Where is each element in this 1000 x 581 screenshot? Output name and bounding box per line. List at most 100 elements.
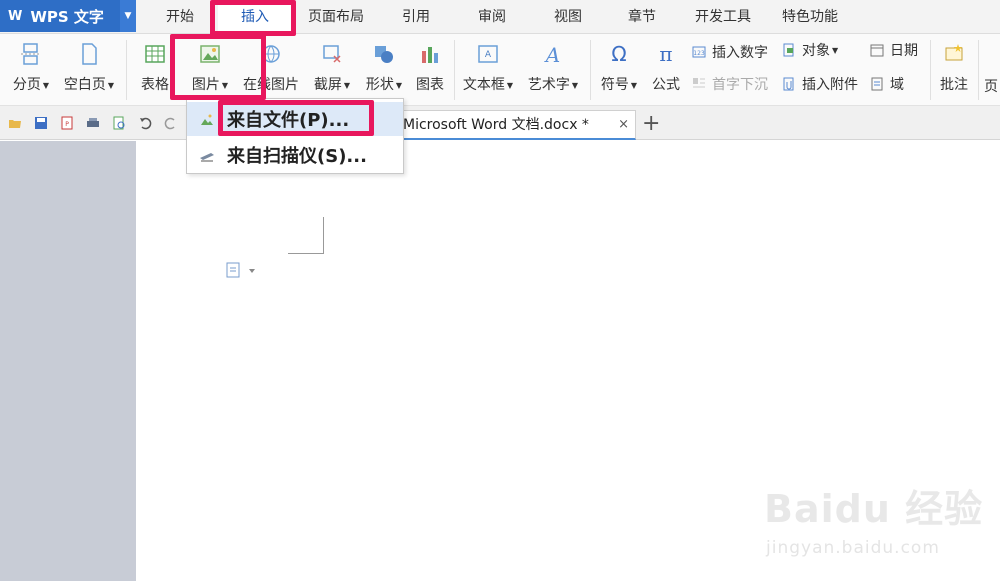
drop-cap-button[interactable]: 首字下沉 — [692, 74, 768, 94]
svg-text:π: π — [659, 42, 672, 66]
svg-text:A: A — [485, 50, 492, 60]
redo-icon[interactable] — [164, 116, 178, 130]
table-button[interactable]: 表格 — [134, 42, 176, 94]
symbol-button[interactable]: Ω 符号 ▼ — [596, 42, 642, 94]
tab-features[interactable]: 特色功能 — [772, 0, 848, 34]
wordart-button[interactable]: A 艺术字 ▼ — [524, 42, 582, 94]
table-label: 表格 — [141, 77, 169, 93]
textbox-button[interactable]: A 文本框 ▼ — [460, 42, 516, 94]
shape-icon — [375, 46, 393, 63]
screenshot-button[interactable]: 截屏 ▼ — [308, 42, 356, 94]
attachment-icon — [783, 77, 794, 91]
watermark-url: jingyan.baidu.com — [766, 538, 940, 558]
comment-icon — [945, 44, 963, 61]
app-menu-button[interactable]: W WPS 文字 — [0, 0, 120, 32]
close-icon[interactable]: × — [618, 111, 629, 139]
shape-label: 形状 — [365, 77, 394, 93]
object-button[interactable]: 对象 ▼ — [782, 40, 838, 60]
margin-marker — [323, 217, 324, 254]
drop-cap-icon — [693, 78, 705, 88]
insert-attachment-button[interactable]: 插入附件 — [782, 74, 858, 94]
document-tab[interactable]: Microsoft Word 文档.docx * × — [380, 110, 636, 140]
page-partial-button[interactable]: 页 — [984, 76, 1000, 96]
scanner-icon — [200, 153, 214, 162]
open-folder-icon[interactable] — [8, 116, 22, 130]
image-file-icon — [201, 114, 213, 125]
tab-view[interactable]: 视图 — [540, 0, 596, 34]
save-icon[interactable] — [34, 116, 48, 130]
tab-chapter[interactable]: 章节 — [614, 0, 670, 34]
attachment-label: 插入附件 — [802, 77, 858, 93]
undo-icon[interactable] — [138, 116, 152, 130]
insert-ribbon: 分页 ▼ 空白页 ▼ 表格 图片 ▼ 在线图片 截屏 ▼ 形状 ▼ 图表 A 文本框 ▼ — [0, 34, 1000, 106]
from-scanner-menu-item[interactable]: 来自扫描仪(S)... — [187, 138, 403, 172]
field-icon — [871, 77, 883, 91]
online-picture-icon — [262, 45, 280, 63]
online-picture-label: 在线图片 — [243, 77, 299, 93]
export-pdf-icon[interactable]: P — [60, 116, 74, 130]
tab-page-layout[interactable]: 页面布局 — [300, 0, 372, 34]
object-icon — [783, 43, 794, 57]
tab-review[interactable]: 审阅 — [464, 0, 520, 34]
page-break-button[interactable]: 分页 ▼ — [8, 42, 54, 94]
wordart-label: 艺术字 — [527, 77, 570, 93]
comment-button[interactable]: 批注 — [936, 42, 972, 94]
date-label: 日期 — [890, 43, 918, 59]
picture-label: 图片 — [191, 77, 220, 93]
tab-developer[interactable]: 开发工具 — [686, 0, 760, 34]
document-tab-title: Microsoft Word 文档.docx * — [403, 117, 589, 133]
table-icon — [145, 45, 165, 63]
print-icon[interactable] — [86, 116, 100, 130]
ribbon-divider — [930, 40, 931, 100]
wordart-icon: A — [544, 43, 560, 66]
chart-label: 图表 — [416, 77, 444, 93]
app-title: WPS 文字 — [30, 7, 104, 26]
paste-options-icon[interactable] — [226, 262, 256, 278]
svg-text:123: 123 — [693, 50, 705, 57]
new-tab-icon[interactable]: + — [642, 112, 660, 136]
insert-number-button[interactable]: 123 插入数字 — [692, 42, 768, 62]
symbol-label: 符号 — [600, 77, 629, 93]
equation-label: 公式 — [652, 77, 680, 93]
picture-button[interactable]: 图片 ▼ — [184, 42, 236, 94]
chart-icon — [422, 47, 438, 63]
from-file-menu-item[interactable]: 来自文件(P)... — [187, 102, 403, 136]
date-button[interactable]: 日期 — [870, 40, 918, 60]
ribbon-divider — [590, 40, 591, 100]
tab-insert[interactable]: 插入 — [218, 0, 292, 34]
app-dropdown-arrow-icon[interactable]: ▼ — [120, 0, 136, 32]
page-partial-label: 页 — [984, 79, 998, 95]
field-button[interactable]: 域 — [870, 74, 904, 94]
left-gutter — [0, 141, 136, 581]
from-scanner-label: 来自扫描仪(S)... — [227, 146, 367, 167]
insert-number-label: 插入数字 — [712, 45, 768, 61]
online-picture-button[interactable]: 在线图片 — [240, 42, 302, 94]
baidu-watermark: Baidu 经验 jingyan.baidu.com — [760, 470, 990, 570]
screenshot-label: 截屏 — [313, 77, 342, 93]
textbox-icon: A — [478, 45, 498, 63]
object-label: 对象 — [802, 43, 830, 59]
blank-page-label: 空白页 — [63, 77, 106, 93]
svg-text:Ω: Ω — [611, 42, 626, 66]
calendar-icon — [870, 44, 884, 57]
blank-page-icon — [82, 43, 97, 65]
svg-text:A: A — [544, 43, 560, 66]
pi-icon: π — [659, 42, 672, 66]
print-preview-icon[interactable] — [112, 116, 126, 130]
chart-button[interactable]: 图表 — [410, 42, 450, 94]
tab-home[interactable]: 开始 — [150, 0, 210, 34]
wps-logo-icon: W — [8, 8, 23, 24]
tab-references[interactable]: 引用 — [388, 0, 444, 34]
screenshot-icon — [323, 45, 341, 63]
watermark-text: Baidu 经验 — [764, 487, 984, 531]
blank-page-button[interactable]: 空白页 ▼ — [60, 42, 118, 94]
drop-cap-label: 首字下沉 — [712, 77, 768, 93]
equation-button[interactable]: π 公式 — [648, 42, 684, 94]
textbox-label: 文本框 — [462, 77, 505, 93]
number-icon: 123 — [692, 46, 706, 58]
margin-marker — [288, 253, 324, 254]
shape-button[interactable]: 形状 ▼ — [360, 42, 408, 94]
ribbon-divider — [126, 40, 127, 100]
field-label: 域 — [890, 77, 904, 93]
from-file-label: 来自文件(P)... — [227, 110, 350, 131]
